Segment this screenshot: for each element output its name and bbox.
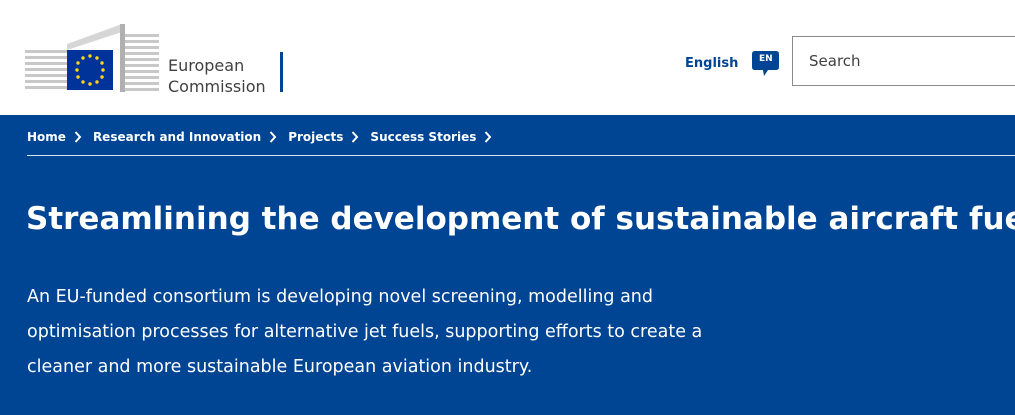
breadcrumb-divider <box>27 155 1015 156</box>
chevron-right-icon <box>269 131 277 143</box>
breadcrumb-item-research-and-innovation[interactable]: Research and Innovation <box>93 130 288 144</box>
eu-flag-building-icon <box>25 24 159 92</box>
logo-divider <box>280 52 283 92</box>
logo-wordmark: European Commission <box>168 55 266 97</box>
breadcrumb-item-home[interactable]: Home <box>27 130 93 144</box>
european-commission-logo[interactable]: European Commission <box>25 22 295 97</box>
breadcrumb-label: Projects <box>288 130 344 144</box>
breadcrumb-item-success-stories[interactable]: Success Stories <box>370 130 503 144</box>
breadcrumb-label: Home <box>27 130 66 144</box>
chevron-right-icon <box>74 131 82 143</box>
speech-bubble-icon: EN <box>752 50 780 76</box>
breadcrumb-label: Success Stories <box>370 130 477 144</box>
breadcrumb-label: Research and Innovation <box>92 130 262 144</box>
breadcrumb-item-projects[interactable]: Projects <box>288 130 370 144</box>
page-title: Streamlining the development of sustaina… <box>26 201 1015 237</box>
page-intro: An EU-funded consortium is developing no… <box>27 287 703 377</box>
site-header: European Commission English EN <box>0 0 1015 115</box>
page-banner: Home Research and Innovation Projects Su… <box>0 115 1015 415</box>
language-label: English <box>685 55 739 71</box>
breadcrumb: Home Research and Innovation Projects Su… <box>27 127 503 147</box>
chevron-right-icon <box>485 131 492 143</box>
language-selector[interactable]: English EN <box>685 48 780 78</box>
logo-line-2: Commission <box>168 77 266 96</box>
logo-line-1: European <box>168 56 245 75</box>
chevron-right-icon <box>352 131 359 143</box>
language-code: EN <box>759 53 773 64</box>
search-input[interactable] <box>792 36 1015 86</box>
